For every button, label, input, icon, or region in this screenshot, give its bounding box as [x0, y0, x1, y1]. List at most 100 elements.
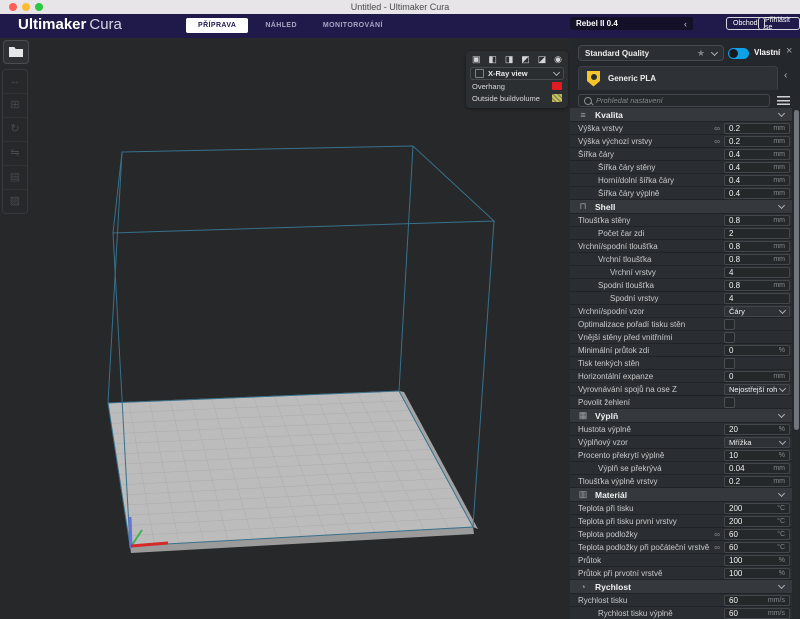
setting-row: Procento překrytí výplně10% [570, 449, 792, 462]
right-view-icon[interactable]: ◪ [538, 55, 547, 64]
legend-row: Outside buildvolume [470, 92, 564, 104]
setting-value-field[interactable]: 0.4mm [724, 175, 790, 186]
close-window-button[interactable] [9, 3, 17, 11]
setting-value: 20 [729, 425, 779, 434]
zoom-window-button[interactable] [35, 3, 43, 11]
setting-value-field[interactable]: 60°C [724, 529, 790, 540]
view-mode-dropdown[interactable]: X-Ray view [470, 67, 564, 80]
setting-value-field[interactable]: 10% [724, 450, 790, 461]
setting-value-field[interactable]: 20% [724, 424, 790, 435]
tab-monitorování[interactable]: MONITOROVÁNÍ [314, 18, 392, 33]
setting-select[interactable]: Nejostřejší roh [724, 384, 790, 395]
setting-unit: mm [773, 282, 785, 289]
setting-value-field[interactable]: 0.2mm [724, 136, 790, 147]
camera-view-icon[interactable]: ◉ [554, 55, 562, 64]
settings-scrollbar[interactable] [793, 108, 799, 619]
link-icon: ∞ [714, 543, 720, 552]
setting-checkbox[interactable] [724, 358, 735, 369]
close-icon[interactable]: × [786, 46, 792, 57]
support-blocker-tool-button[interactable]: ▨ [3, 190, 27, 213]
setting-checkbox[interactable] [724, 319, 735, 330]
setting-value-field[interactable]: 4 [724, 267, 790, 278]
extruder-tab[interactable]: Generic PLA [578, 66, 778, 90]
setting-select[interactable]: Čáry [724, 306, 790, 317]
setting-value-field[interactable]: 200°C [724, 503, 790, 514]
viewport-3d[interactable] [0, 38, 570, 619]
setting-value-field[interactable]: 60mm/s [724, 595, 790, 606]
setting-value-field[interactable]: 0.2mm [724, 123, 790, 134]
setting-value: 0.4 [729, 189, 773, 198]
rotate-tool-button[interactable]: ↻ [3, 118, 27, 142]
setting-select[interactable]: Mřížka [724, 437, 790, 448]
settings-menu-icon[interactable] [777, 96, 790, 105]
setting-value-field[interactable]: 0.8mm [724, 280, 790, 291]
per-model-settings-tool-button[interactable]: ▤ [3, 166, 27, 190]
setting-value-field[interactable]: 60mm/s [724, 608, 790, 619]
custom-mode-toggle[interactable] [728, 48, 749, 59]
open-file-button[interactable] [3, 40, 29, 64]
legend-row: Overhang [470, 80, 564, 92]
setting-value-field[interactable]: 0.4mm [724, 149, 790, 160]
setting-value-field[interactable]: 100% [724, 555, 790, 566]
left-view-icon[interactable]: ◩ [521, 55, 530, 64]
setting-value-field[interactable]: 0.4mm [724, 162, 790, 173]
section-header-speed[interactable]: ◔Rychlost [570, 580, 792, 594]
setting-checkbox[interactable] [724, 332, 735, 343]
front-view-icon[interactable]: ◧ [488, 55, 497, 64]
section-header-infill[interactable]: ▦Výplň [570, 409, 792, 423]
setting-row: Spodní tloušťka0.8mm [570, 279, 792, 292]
section-label: Kvalita [595, 110, 779, 120]
move-tool-button[interactable]: ↔ [3, 70, 27, 94]
3d-view-icon[interactable]: ▣ [472, 55, 481, 64]
per-model-settings-tool-icon: ▤ [10, 172, 20, 183]
setting-value-field[interactable]: 100% [724, 568, 790, 579]
setting-unit: mm/s [768, 597, 785, 604]
setting-row: Horní/dolní šířka čáry0.4mm [570, 174, 792, 187]
setting-value-field[interactable]: 0.2mm [724, 476, 790, 487]
star-icon[interactable]: ★ [697, 48, 705, 59]
profile-dropdown[interactable]: Standard Quality ★ [578, 45, 724, 61]
scale-tool-button[interactable]: ⊞ [3, 94, 27, 118]
setting-value-field[interactable]: 60°C [724, 542, 790, 553]
setting-row: Výška výchozí vrstvy∞0.2mm [570, 135, 792, 148]
section-header-quality[interactable]: ≡Kvalita [570, 108, 792, 122]
mirror-tool-button[interactable]: ⇋ [3, 142, 27, 166]
setting-value-field[interactable]: 200°C [724, 516, 790, 527]
setting-value-field[interactable]: 0% [724, 345, 790, 356]
section-label: Výplň [595, 411, 779, 421]
search-input[interactable]: Prohledat nastavení [578, 94, 770, 107]
tab-příprava[interactable]: PŘÍPRAVA [186, 18, 248, 33]
setting-row: Teplota při tisku první vrstvy200°C [570, 515, 792, 528]
sign-in-button[interactable]: Přihlásit se [758, 17, 800, 30]
setting-value-field[interactable]: 2 [724, 228, 790, 239]
setting-value: 4 [729, 294, 785, 303]
section-header-material[interactable]: ▥Materiál [570, 488, 792, 502]
chevron-down-icon [779, 437, 786, 444]
setting-value: 0.8 [729, 281, 773, 290]
minimize-window-button[interactable] [22, 3, 30, 11]
setting-value: 0.04 [729, 464, 773, 473]
setting-value: 0 [729, 346, 779, 355]
setting-value-field[interactable]: 0.8mm [724, 241, 790, 252]
setting-checkbox[interactable] [724, 397, 735, 408]
printer-selector[interactable]: Rebel II 0.4 ‹ [570, 17, 693, 30]
setting-unit: °C [777, 544, 785, 551]
custom-mode-label: Vlastní [754, 48, 780, 57]
setting-value-field[interactable]: 0.8mm [724, 254, 790, 265]
setting-value-field[interactable]: 0.04mm [724, 463, 790, 474]
scrollbar-thumb[interactable] [794, 110, 799, 430]
select-value: Mřížka [729, 438, 780, 447]
setting-value-field[interactable]: 0.8mm [724, 215, 790, 226]
setting-value-field[interactable]: 0mm [724, 371, 790, 382]
collapse-panel-icon[interactable]: ‹ [784, 70, 787, 81]
setting-label: Výplň se překrývá [578, 464, 724, 473]
section-header-shell[interactable]: ⊓Shell [570, 200, 792, 214]
setting-row: Výplňový vzorMřížka [570, 436, 792, 449]
tab-náhled[interactable]: NÁHLED [256, 18, 306, 33]
top-view-icon[interactable]: ◨ [505, 55, 514, 64]
setting-value-field[interactable]: 4 [724, 293, 790, 304]
material-icon: ▥ [578, 489, 588, 500]
legend-label: Outside buildvolume [472, 94, 552, 103]
setting-value-field[interactable]: 0.4mm [724, 188, 790, 199]
setting-row: Tloušťka výplně vrstvy0.2mm [570, 475, 792, 488]
